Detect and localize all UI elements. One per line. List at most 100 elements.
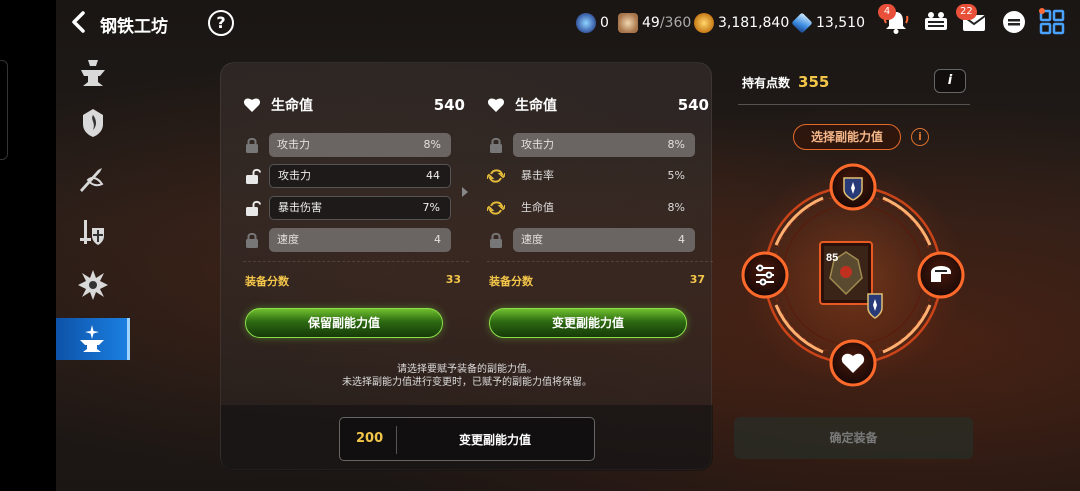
substat-row-4: 速度 4 bbox=[487, 228, 713, 252]
mail-button[interactable]: 22 bbox=[956, 4, 988, 36]
points-label: 持有点数 bbox=[742, 76, 791, 90]
substat-value: 8% bbox=[667, 201, 685, 214]
sidebar-item-forge[interactable] bbox=[56, 50, 130, 96]
gear-score-row: 装备分数 37 bbox=[489, 273, 705, 289]
substat-row-4: 速度 4 bbox=[243, 228, 469, 252]
change-substats-button[interactable]: 变更副能力值 bbox=[489, 308, 687, 338]
substat-row-2[interactable]: 攻击力 44 bbox=[243, 164, 469, 188]
sidebar-item-awaken[interactable] bbox=[56, 262, 130, 308]
stamina-current: 49 bbox=[642, 15, 660, 31]
divider-line bbox=[738, 104, 970, 105]
substat-label: 暴击率 bbox=[521, 169, 554, 182]
substat-label: 攻击力 bbox=[277, 138, 310, 151]
menu-button[interactable] bbox=[1038, 8, 1066, 36]
back-arrow-icon[interactable] bbox=[68, 10, 92, 34]
gear-score-value: 37 bbox=[689, 273, 705, 286]
screen-edge bbox=[0, 0, 56, 491]
page-title: 钢铁工坊 bbox=[100, 17, 168, 37]
substat-row-3[interactable]: 暴击伤害 7% bbox=[243, 196, 469, 220]
main-stat-label: 生命值 bbox=[271, 98, 313, 114]
gold-resource[interactable]: 3,181,840 bbox=[694, 12, 789, 34]
flame-shield-icon bbox=[83, 109, 103, 137]
notification-button[interactable]: 4 bbox=[878, 4, 910, 36]
substat-value: 8% bbox=[667, 138, 685, 151]
substat-label: 攻击力 bbox=[278, 169, 311, 182]
stamina-resource[interactable]: 49/360 bbox=[618, 12, 691, 34]
gold-amount: 3,181,840 bbox=[718, 15, 790, 31]
confirm-equipment-button[interactable]: 确定装备 bbox=[734, 417, 973, 459]
notification-badge: 4 bbox=[878, 4, 896, 20]
substat-box: 攻击力 8% bbox=[513, 133, 695, 157]
gear-score-row: 装备分数 33 bbox=[245, 273, 461, 289]
crystal-resource[interactable]: 13,510 bbox=[791, 12, 865, 34]
substat-value: 8% bbox=[423, 138, 441, 151]
info-icon[interactable]: i bbox=[911, 128, 929, 146]
gold-coin-icon bbox=[694, 13, 714, 33]
substat-box[interactable]: 攻击力 44 bbox=[269, 164, 451, 188]
crystal-amount: 13,510 bbox=[816, 15, 865, 31]
lock-icon bbox=[490, 137, 502, 153]
substat-label: 速度 bbox=[277, 233, 299, 246]
gear-score-label: 装备分数 bbox=[489, 275, 533, 288]
top-bar: 钢铁工坊 ? 0 49/360 3,181,840 13,510 4 22 bbox=[56, 0, 1080, 46]
unlock-icon[interactable] bbox=[243, 199, 261, 217]
main-stat-row: 生命值 540 bbox=[487, 93, 713, 117]
question-icon[interactable]: ? bbox=[208, 10, 234, 36]
sidebar-item-armor[interactable] bbox=[56, 210, 130, 256]
divider bbox=[243, 261, 469, 262]
substat-box: 攻击力 8% bbox=[269, 133, 451, 157]
sidebar-item-enhance[interactable] bbox=[56, 100, 130, 146]
sliders-icon bbox=[756, 264, 774, 286]
unlock-icon[interactable] bbox=[243, 167, 261, 185]
reroll-icon bbox=[487, 201, 505, 215]
team-button[interactable] bbox=[922, 8, 950, 36]
heart-icon bbox=[243, 98, 261, 112]
heart-icon bbox=[487, 98, 505, 112]
cost-value: 200 bbox=[356, 431, 384, 446]
substat-row-2: 暴击率 5% bbox=[487, 164, 713, 188]
sidebar-item-substats[interactable] bbox=[56, 318, 130, 360]
gem-resource[interactable]: 0 bbox=[576, 12, 609, 34]
gear-score-value: 33 bbox=[445, 273, 461, 286]
lock-icon bbox=[246, 232, 258, 248]
change-substat-cost-button[interactable]: 200 变更副能力值 bbox=[339, 417, 595, 461]
substat-box: 速度 4 bbox=[513, 228, 695, 252]
arrow-right-icon bbox=[462, 187, 468, 197]
sidebar-item-weapons[interactable] bbox=[56, 156, 130, 202]
wheel-node-bottom[interactable] bbox=[829, 339, 877, 387]
wheel-node-top[interactable] bbox=[829, 163, 877, 211]
swords-icon bbox=[80, 168, 104, 192]
main-stat-value: 540 bbox=[677, 96, 709, 114]
instruction-text: 请选择要赋予装备的副能力值。 未选择副能力值进行变更时，已赋予的副能力值将保留。 bbox=[221, 363, 713, 389]
stamina-max: /360 bbox=[659, 15, 692, 31]
sparkle-anvil-icon bbox=[79, 325, 104, 352]
substat-row-3: 生命值 8% bbox=[487, 196, 713, 220]
wheel-node-right[interactable] bbox=[917, 251, 965, 299]
info-button[interactable]: i bbox=[934, 69, 966, 93]
grid-menu-icon bbox=[1039, 8, 1065, 35]
wheel-node-left[interactable] bbox=[741, 251, 789, 299]
select-substat-button[interactable]: 选择副能力值 bbox=[793, 124, 901, 150]
gem-icon bbox=[576, 13, 596, 33]
substat-row-1: 攻击力 8% bbox=[243, 133, 469, 157]
substat-box: 生命值 8% bbox=[513, 196, 695, 220]
lock-icon bbox=[490, 232, 502, 248]
chat-button[interactable] bbox=[1000, 8, 1028, 36]
gem-count: 0 bbox=[600, 15, 609, 31]
instruction-line-1: 请选择要赋予装备的副能力值。 bbox=[397, 364, 537, 375]
anvil-icon bbox=[81, 60, 105, 86]
keep-substats-button[interactable]: 保留副能力值 bbox=[245, 308, 443, 338]
chat-icon bbox=[1003, 11, 1025, 33]
substat-value: 4 bbox=[434, 233, 441, 246]
forge-sidebar bbox=[56, 48, 130, 368]
forge-screen: 钢铁工坊 ? 0 49/360 3,181,840 13,510 4 22 生命… bbox=[0, 0, 1080, 491]
substat-label: 速度 bbox=[521, 233, 543, 246]
gear-score-label: 装备分数 bbox=[245, 275, 289, 288]
substat-box[interactable]: 暴击伤害 7% bbox=[269, 196, 451, 220]
main-stat-label: 生命值 bbox=[515, 98, 557, 114]
substat-label: 生命值 bbox=[521, 201, 554, 214]
divider bbox=[487, 261, 713, 262]
instruction-line-2: 未选择副能力值进行变更时，已赋予的副能力值将保留。 bbox=[342, 377, 592, 388]
sword-shield-icon bbox=[80, 220, 104, 245]
substat-value: 5% bbox=[667, 169, 685, 182]
